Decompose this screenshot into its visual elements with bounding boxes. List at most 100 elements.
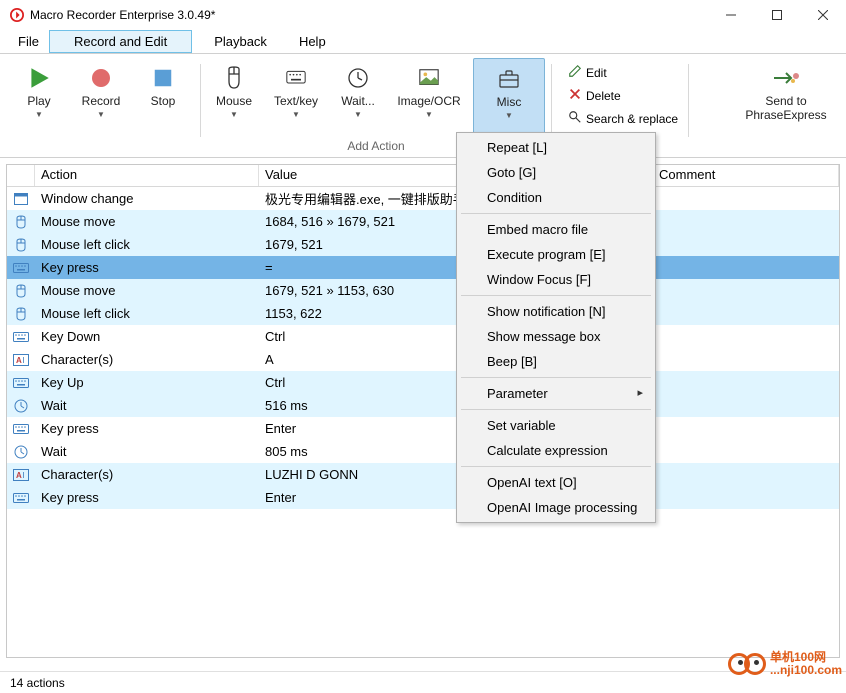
play-icon xyxy=(25,64,53,92)
clock-icon xyxy=(344,64,372,92)
chevron-down-icon: ▼ xyxy=(97,110,105,119)
menu-item-parameter[interactable]: Parameter xyxy=(459,381,653,406)
status-text: 14 actions xyxy=(10,676,65,690)
menu-help[interactable]: Help xyxy=(289,30,336,53)
record-button[interactable]: Record▼ xyxy=(74,58,128,119)
chevron-down-icon: ▼ xyxy=(35,110,43,119)
table-row[interactable]: Key UpCtrl xyxy=(7,371,839,394)
table-row[interactable]: Mouse move1684, 516 » 1679, 521 xyxy=(7,210,839,233)
cell-action: Key press xyxy=(35,490,259,505)
menu-item-window-focus-f[interactable]: Window Focus [F] xyxy=(459,267,653,292)
grid-header: Action Value Comment xyxy=(7,165,839,187)
table-row[interactable]: Key DownCtrl xyxy=(7,325,839,348)
textkey-button[interactable]: Text/key▼ xyxy=(269,58,323,144)
table-row[interactable]: Window change极光专用编辑器.exe, 一键排版助手 xyxy=(7,187,839,210)
briefcase-icon xyxy=(495,65,523,93)
keyboard-icon xyxy=(7,378,35,388)
wait-icon xyxy=(7,445,35,459)
x-icon xyxy=(568,87,582,104)
table-row[interactable]: Key press= xyxy=(7,256,839,279)
table-row[interactable]: Wait805 ms xyxy=(7,440,839,463)
cell-action: Wait xyxy=(35,444,259,459)
cell-action: Mouse move xyxy=(35,214,259,229)
mouse-icon xyxy=(7,238,35,252)
cell-action: Wait xyxy=(35,398,259,413)
send-to-phraseexpress-button[interactable]: Send to PhraseExpress xyxy=(738,58,834,157)
table-row[interactable]: ACharacter(s)LUZHI D GONN xyxy=(7,463,839,486)
mouse-icon xyxy=(220,64,248,92)
window-title: Macro Recorder Enterprise 3.0.49* xyxy=(30,8,708,22)
menu-item-set-variable[interactable]: Set variable xyxy=(459,413,653,438)
imageocr-button[interactable]: Image/OCR▼ xyxy=(393,58,465,144)
menu-item-openai-text-o[interactable]: OpenAI text [O] xyxy=(459,470,653,495)
record-icon xyxy=(87,64,115,92)
menu-file[interactable]: File xyxy=(8,30,49,53)
stop-icon xyxy=(149,64,177,92)
menu-separator xyxy=(461,213,651,214)
wait-button[interactable]: Wait...▼ xyxy=(331,58,385,144)
col-comment[interactable]: Comment xyxy=(653,165,839,186)
svg-text:A: A xyxy=(16,471,22,480)
play-button[interactable]: Play▼ xyxy=(12,58,66,119)
mouse-icon xyxy=(7,284,35,298)
search-replace-button[interactable]: Search & replace xyxy=(564,108,682,129)
keyboard-icon xyxy=(282,64,310,92)
menu-playback[interactable]: Playback xyxy=(192,30,289,53)
chevron-down-icon: ▼ xyxy=(292,110,300,119)
menu-record-edit[interactable]: Record and Edit xyxy=(49,30,192,53)
col-icon[interactable] xyxy=(7,165,35,186)
menu-item-openai-image-processing[interactable]: OpenAI Image processing xyxy=(459,495,653,520)
table-row[interactable]: Mouse left click1153, 622 xyxy=(7,302,839,325)
table-row[interactable]: ACharacter(s)A xyxy=(7,348,839,371)
cell-action: Character(s) xyxy=(35,352,259,367)
edit-button[interactable]: Edit xyxy=(564,62,682,83)
menu-item-beep-b[interactable]: Beep [B] xyxy=(459,349,653,374)
watermark: 单机100网...nji100.com xyxy=(734,651,842,677)
menu-item-show-message-box[interactable]: Show message box xyxy=(459,324,653,349)
stop-button[interactable]: Stop xyxy=(136,58,190,119)
statusbar: 14 actions xyxy=(0,671,846,693)
minimize-button[interactable] xyxy=(708,0,754,30)
titlebar: Macro Recorder Enterprise 3.0.49* xyxy=(0,0,846,30)
col-action[interactable]: Action xyxy=(35,165,259,186)
table-row[interactable]: Key pressEnter xyxy=(7,486,839,509)
mouse-button[interactable]: Mouse▼ xyxy=(207,58,261,144)
mouse-icon xyxy=(7,307,35,321)
menu-separator xyxy=(461,466,651,467)
menu-separator xyxy=(461,295,651,296)
cell-action: Window change xyxy=(35,191,259,206)
chevron-down-icon: ▼ xyxy=(505,111,513,120)
search-icon xyxy=(568,110,582,127)
delete-button[interactable]: Delete xyxy=(564,85,682,106)
menu-item-repeat-l[interactable]: Repeat [L] xyxy=(459,135,653,160)
keyboard-icon xyxy=(7,424,35,434)
cell-action: Key Down xyxy=(35,329,259,344)
menubar: File Record and Edit Playback Help xyxy=(0,30,846,54)
table-row[interactable]: Key pressEnter xyxy=(7,417,839,440)
table-row[interactable]: Wait516 ms xyxy=(7,394,839,417)
menu-item-embed-macro-file[interactable]: Embed macro file xyxy=(459,217,653,242)
menu-item-goto-g[interactable]: Goto [G] xyxy=(459,160,653,185)
image-icon xyxy=(415,64,443,92)
table-row[interactable]: Mouse left click1679, 521 xyxy=(7,233,839,256)
menu-item-execute-program-e[interactable]: Execute program [E] xyxy=(459,242,653,267)
menu-separator xyxy=(461,409,651,410)
send-icon xyxy=(772,64,800,92)
char-icon: A xyxy=(7,469,35,481)
maximize-button[interactable] xyxy=(754,0,800,30)
chevron-down-icon: ▼ xyxy=(230,110,238,119)
cell-action: Mouse left click xyxy=(35,237,259,252)
char-icon: A xyxy=(7,354,35,366)
close-button[interactable] xyxy=(800,0,846,30)
menu-item-condition[interactable]: Condition xyxy=(459,185,653,210)
menu-item-show-notification-n[interactable]: Show notification [N] xyxy=(459,299,653,324)
action-grid: Action Value Comment Window change极光专用编辑… xyxy=(6,164,840,658)
keyboard-icon xyxy=(7,263,35,273)
keyboard-icon xyxy=(7,332,35,342)
cell-action: Mouse move xyxy=(35,283,259,298)
menu-item-calculate-expression[interactable]: Calculate expression xyxy=(459,438,653,463)
cell-action: Key Up xyxy=(35,375,259,390)
table-row[interactable]: Mouse move1679, 521 » 1153, 630 xyxy=(7,279,839,302)
mouse-icon xyxy=(7,215,35,229)
chevron-down-icon: ▼ xyxy=(354,110,362,119)
